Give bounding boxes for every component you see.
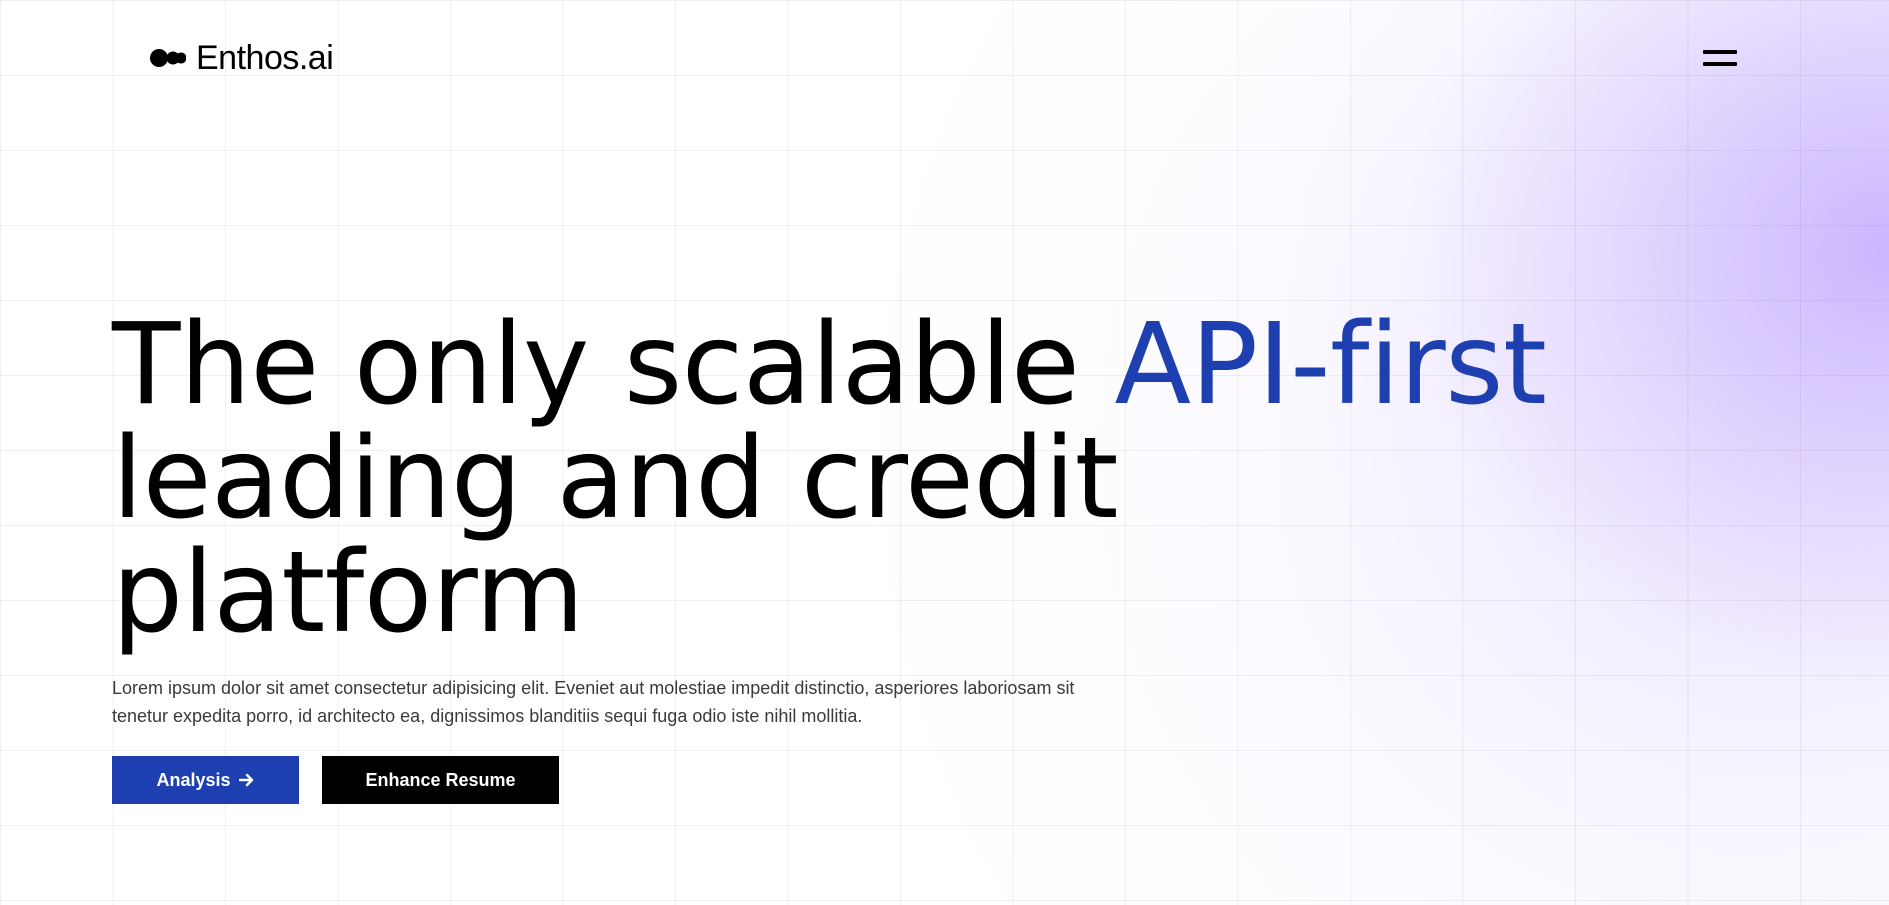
hamburger-menu-icon[interactable]	[1703, 45, 1739, 71]
menu-line-top	[1703, 50, 1737, 54]
hero-title-part2: leading and credit platform	[112, 414, 1119, 658]
site-header: Enthos.ai	[150, 36, 1739, 80]
hero-description: Lorem ipsum dolor sit amet consectetur a…	[112, 678, 1075, 726]
analysis-button[interactable]: Analysis	[112, 756, 299, 804]
cta-row: Analysis Enhance Resume	[112, 756, 1612, 804]
brand-name: Enthos.ai	[196, 38, 334, 77]
enhance-resume-button-label: Enhance Resume	[365, 769, 516, 790]
two-circles-logo-icon	[150, 49, 186, 67]
hero-section: The only scalable API-first leading and …	[112, 308, 1612, 804]
hero-title-part1: The only scalable	[112, 300, 1115, 430]
menu-line-bottom	[1703, 62, 1737, 66]
arrow-right-icon	[238, 773, 253, 787]
hero-title-accent: API-first	[1114, 300, 1547, 430]
hero-title: The only scalable API-first leading and …	[112, 308, 1612, 650]
enhance-resume-button[interactable]: Enhance Resume	[322, 756, 559, 804]
analysis-button-label: Analysis	[156, 769, 231, 790]
brand-logo-link[interactable]: Enthos.ai	[150, 38, 334, 78]
